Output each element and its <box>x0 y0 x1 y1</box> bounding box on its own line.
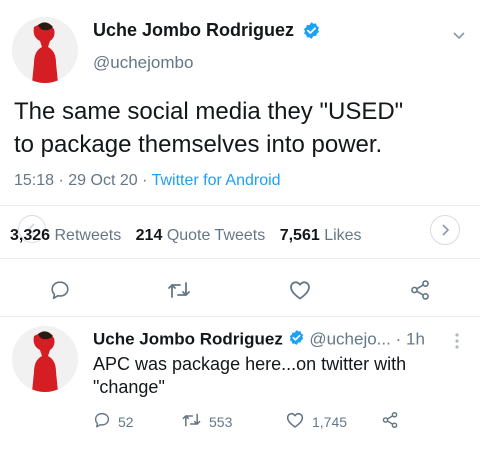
verified-badge-icon <box>288 329 305 351</box>
quote-tweets-count: 214 <box>135 227 163 244</box>
reply-icon <box>93 411 111 432</box>
reply-icon <box>49 279 71 301</box>
retweets-stat[interactable]: 3,326 Retweets <box>10 227 126 244</box>
reply-author-name[interactable]: Uche Jombo Rodriguez <box>93 329 283 348</box>
tweet-text-line-1: The same social media they "USED" <box>14 98 404 125</box>
retweet-icon <box>181 411 202 432</box>
scroll-right-button[interactable] <box>430 215 460 245</box>
heart-icon <box>288 279 312 301</box>
reply-like-button[interactable]: 1,745 <box>285 411 347 432</box>
reply-handle[interactable]: @uchejo... <box>309 329 391 348</box>
quote-tweets-stat[interactable]: 214 Quote Tweets <box>136 227 270 244</box>
divider <box>0 258 480 259</box>
meta-separator: · <box>58 172 64 189</box>
share-icon <box>409 279 431 301</box>
divider <box>0 316 480 317</box>
likes-count: 7,561 <box>279 227 320 244</box>
tweet-date: 29 Oct 20 <box>68 172 138 189</box>
reply-button[interactable] <box>44 276 76 304</box>
reply-like-count: 1,745 <box>312 413 348 430</box>
reply-retweet-count: 553 <box>209 413 233 430</box>
chevron-down-icon[interactable] <box>452 28 466 46</box>
retweets-count: 3,326 <box>10 227 51 244</box>
engagement-stats: 3,326 Retweets 214 Quote Tweets 7,561 Li… <box>10 227 362 245</box>
reply-header: Uche Jombo Rodriguez @uchejo... · 1h <box>93 329 425 351</box>
reply-reply-button[interactable]: 52 <box>93 411 134 432</box>
more-options-icon[interactable] <box>454 332 460 355</box>
tweet-text-line-2: to package themselves into power. <box>14 131 383 158</box>
reply-text-line-2: "change" <box>93 377 165 397</box>
retweet-button[interactable] <box>162 276 196 304</box>
reply-retweet-button[interactable]: 553 <box>181 411 232 432</box>
heart-icon <box>285 411 305 432</box>
reply-avatar[interactable] <box>12 326 78 392</box>
likes-label: Likes <box>324 227 362 244</box>
reply-reply-count: 52 <box>118 413 134 430</box>
avatar[interactable] <box>12 17 78 83</box>
verified-badge-icon <box>302 21 321 45</box>
reply-text-line-1: APC was package here...on twitter with <box>93 354 407 374</box>
author-name[interactable]: Uche Jombo Rodriguez <box>93 20 294 41</box>
share-icon <box>381 411 399 433</box>
likes-stat[interactable]: 7,561 Likes <box>280 227 362 244</box>
tweet-meta: 15:18 · 29 Oct 20 · Twitter for Android <box>14 172 281 190</box>
divider <box>0 205 480 206</box>
meta-separator: · <box>395 329 402 349</box>
meta-separator: · <box>142 172 148 189</box>
reply-age: 1h <box>406 329 425 349</box>
quote-tweets-label: Quote Tweets <box>166 227 266 244</box>
like-button[interactable] <box>284 276 316 304</box>
tweet-source-link[interactable]: Twitter for Android <box>152 172 281 189</box>
reply-share-button[interactable] <box>381 411 399 434</box>
retweets-label: Retweets <box>54 227 122 244</box>
author-handle[interactable]: @uchejombo <box>93 53 193 73</box>
retweet-icon <box>166 279 192 301</box>
share-button[interactable] <box>404 276 436 304</box>
tweet-time: 15:18 <box>14 172 55 189</box>
